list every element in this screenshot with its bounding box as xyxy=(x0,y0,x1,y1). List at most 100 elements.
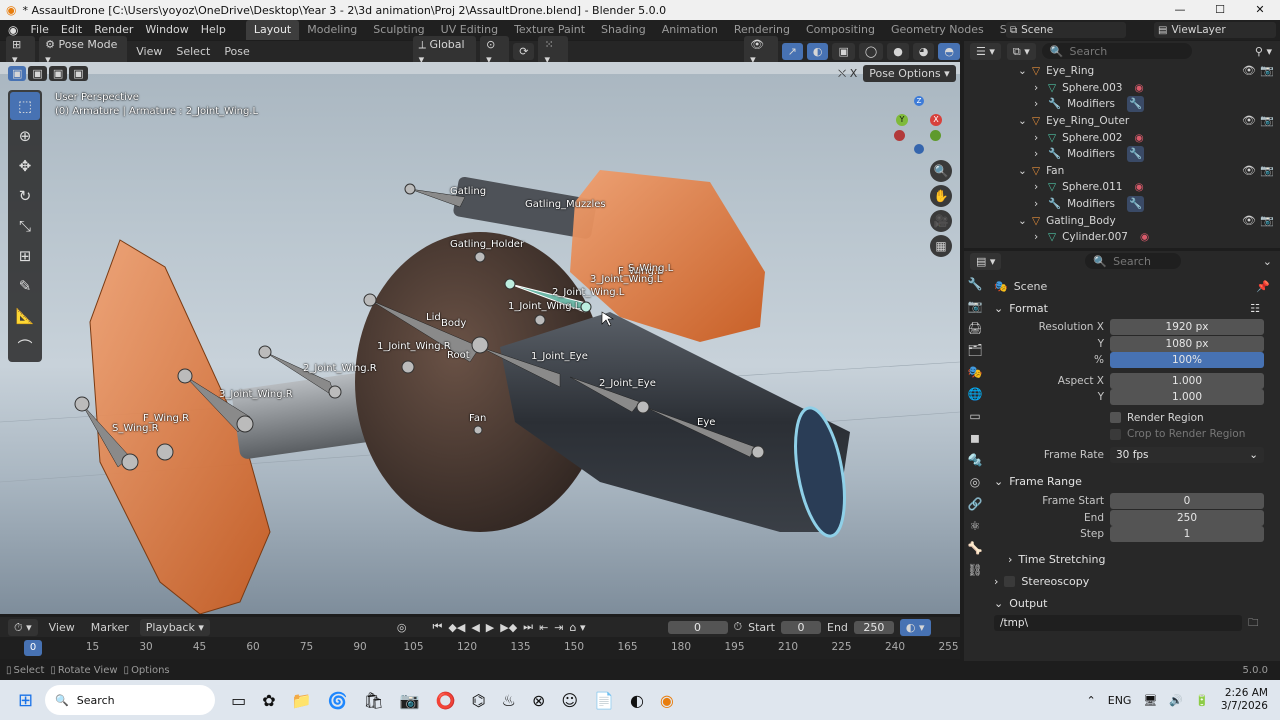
filter-icon[interactable]: ⚲ ▾ xyxy=(1255,45,1280,58)
frame-end-field[interactable]: 250 xyxy=(1110,509,1264,526)
bone-joint[interactable] xyxy=(121,453,139,471)
bone-joint[interactable] xyxy=(504,278,516,290)
bone-joint[interactable] xyxy=(471,336,489,354)
current-frame-field[interactable]: 0 xyxy=(667,620,728,634)
view-layer-tab-icon[interactable]: 🗂 xyxy=(964,339,986,361)
render-camera-icon[interactable]: 📷 xyxy=(1260,113,1274,129)
output-path-field[interactable]: /tmp\ xyxy=(994,614,1242,631)
copilot-icon[interactable]: ✿ xyxy=(262,691,275,710)
render-region-checkbox[interactable] xyxy=(1110,412,1121,424)
output-tab-icon[interactable]: 🖨 xyxy=(964,317,986,339)
outliner-editor-type[interactable]: ☰ ▾ xyxy=(970,42,1001,60)
taskbar-search[interactable]: 🔍 Search xyxy=(45,685,216,715)
render-camera-icon[interactable]: 📷 xyxy=(1260,213,1274,229)
bone-joint[interactable] xyxy=(534,314,546,326)
collection-tab-icon[interactable]: ▭ xyxy=(964,405,986,427)
app-icon[interactable]: 📷 xyxy=(400,691,420,710)
timeline-view-menu[interactable]: View xyxy=(44,621,80,634)
bone-joint[interactable] xyxy=(363,293,377,307)
jump-start-icon[interactable]: ⏮ xyxy=(432,620,442,634)
menu-window[interactable]: Window xyxy=(139,20,194,40)
display-mode-selector[interactable]: ⧉ ▾ xyxy=(1006,42,1036,60)
move-tool-icon[interactable]: ✥ xyxy=(10,152,40,180)
menu-view[interactable]: View xyxy=(131,45,167,58)
timeline-ruler[interactable]: 0 15 30 45 60 75 90 105 120 135 150 165 180 195 210 22… xyxy=(0,637,960,659)
bone-constraint-tab-icon[interactable]: ⛓ xyxy=(964,559,986,581)
outliner-row[interactable]: › 🔧 Modifiers 🔧 xyxy=(964,96,1280,113)
frame-rate-select[interactable]: 30 fps ⌄ xyxy=(1110,446,1264,463)
timeline-editor-type[interactable]: ⏱ ▾ xyxy=(8,618,38,636)
end-frame-field[interactable]: 250 xyxy=(853,620,894,634)
resolution-percent-field[interactable]: 100% xyxy=(1110,352,1264,369)
outliner-row[interactable]: › ▽ Sphere.002 ◉ xyxy=(964,129,1280,146)
scene-selector[interactable]: ⧉ Scene xyxy=(1006,22,1126,38)
gizmo-y-axis[interactable]: Y xyxy=(896,114,908,126)
play-reverse-icon[interactable]: ◀ xyxy=(471,621,479,634)
task-view-icon[interactable]: ▭ xyxy=(231,691,246,710)
navigation-gizmo[interactable]: Z Y X xyxy=(888,94,948,154)
chevron-right-icon[interactable]: › xyxy=(1034,80,1042,96)
tray-expand-icon[interactable]: ⌃ xyxy=(1087,694,1096,707)
file-explorer-icon[interactable]: 📁 xyxy=(292,691,312,710)
bone-joint[interactable] xyxy=(474,251,486,263)
transform-tool-icon[interactable]: ⊞ xyxy=(10,242,40,270)
folder-icon[interactable]: 🗀 xyxy=(1248,615,1259,631)
bone-joint[interactable] xyxy=(473,425,483,435)
notepad-icon[interactable]: 📄 xyxy=(594,691,614,710)
aspect-x-field[interactable]: 1.000 xyxy=(1110,372,1264,389)
xray-toggle[interactable]: ▣ xyxy=(832,43,855,60)
visibility-eye-icon[interactable]: 👁 xyxy=(1242,63,1256,79)
visibility-eye-icon[interactable]: 👁 xyxy=(1242,163,1256,179)
output-header[interactable]: ⌄ Output xyxy=(994,593,1274,615)
chevron-down-icon[interactable]: ⌄ xyxy=(1263,255,1280,268)
discord-icon[interactable]: ☺ xyxy=(561,691,578,710)
modifier-tab-icon[interactable]: 🔩 xyxy=(964,449,986,471)
start-frame-field[interactable]: 0 xyxy=(781,620,821,634)
language-indicator[interactable]: ENG xyxy=(1108,694,1132,707)
relax-tool-icon[interactable]: ⌒ xyxy=(10,332,40,360)
clock[interactable]: 2:26 AM 3/7/2026 xyxy=(1221,687,1268,713)
edge-icon[interactable]: 🌀 xyxy=(328,691,348,710)
render-tab-icon[interactable]: 📷 xyxy=(964,295,986,317)
chevron-right-icon[interactable]: › xyxy=(1034,96,1042,112)
format-panel-header[interactable]: ⌄ Format ☷ xyxy=(994,297,1274,319)
xbox-icon[interactable]: ⊗ xyxy=(532,691,545,710)
menu-select[interactable]: Select xyxy=(171,45,215,58)
close-button[interactable]: ✕ xyxy=(1240,0,1280,20)
outliner-row[interactable]: › ▽ Cylinder.007 ◉ xyxy=(964,229,1280,246)
shading-solid[interactable]: ● xyxy=(887,43,909,60)
data-tab-icon[interactable]: ⚛ xyxy=(964,515,986,537)
play-icon[interactable]: ▶ xyxy=(486,621,494,634)
timeline-marker-menu[interactable]: Marker xyxy=(86,621,134,634)
bone-joint[interactable] xyxy=(74,396,90,412)
crop-region-checkbox[interactable] xyxy=(1110,428,1121,440)
aspect-y-field[interactable]: 1.000 xyxy=(1110,389,1264,406)
time-stretching-header[interactable]: › Time Stretching xyxy=(994,549,1274,571)
chevron-right-icon[interactable]: › xyxy=(1034,196,1042,212)
outliner-row[interactable]: › ▽ Sphere.011 ◉ xyxy=(964,179,1280,196)
presets-icon[interactable]: ☷ xyxy=(1250,302,1274,315)
gizmo-toggle[interactable]: ↗ xyxy=(781,43,803,60)
playback-menu[interactable]: Playback ▾ xyxy=(139,618,210,636)
chevron-down-icon[interactable]: ⌄ xyxy=(1018,63,1027,79)
outliner-row[interactable]: › 🔧 Modifiers 🔧 xyxy=(964,196,1280,213)
frame-start-field[interactable]: 0 xyxy=(1110,493,1264,510)
tool-tab-icon[interactable]: 🔧 xyxy=(964,273,986,295)
bone-joint[interactable] xyxy=(236,415,254,433)
keyframe-next-icon[interactable]: ⇥ xyxy=(554,621,563,634)
autokey-toggle-icon[interactable]: ◎ xyxy=(397,621,407,634)
keyframe-prev-icon[interactable]: ⇤ xyxy=(539,621,548,634)
render-camera-icon[interactable]: 📷 xyxy=(1260,163,1274,179)
chevron-down-icon[interactable]: ⌄ xyxy=(1018,213,1027,229)
playhead[interactable]: 0 xyxy=(24,640,42,656)
pin-icon[interactable]: 📌 xyxy=(1256,280,1274,293)
maximize-button[interactable]: ☐ xyxy=(1200,0,1240,20)
prev-key-icon[interactable]: ◆◀ xyxy=(448,621,465,634)
steam-icon[interactable]: ♨ xyxy=(502,691,516,710)
network-icon[interactable]: 🖥 xyxy=(1143,694,1157,707)
select-tool-icon[interactable]: ⬚ xyxy=(10,92,40,120)
render-camera-icon[interactable]: 📷 xyxy=(1260,63,1274,79)
tab-animation[interactable]: Animation xyxy=(654,20,726,40)
vscode-icon[interactable]: ⌬ xyxy=(472,691,486,710)
bone-joint[interactable] xyxy=(258,345,272,359)
